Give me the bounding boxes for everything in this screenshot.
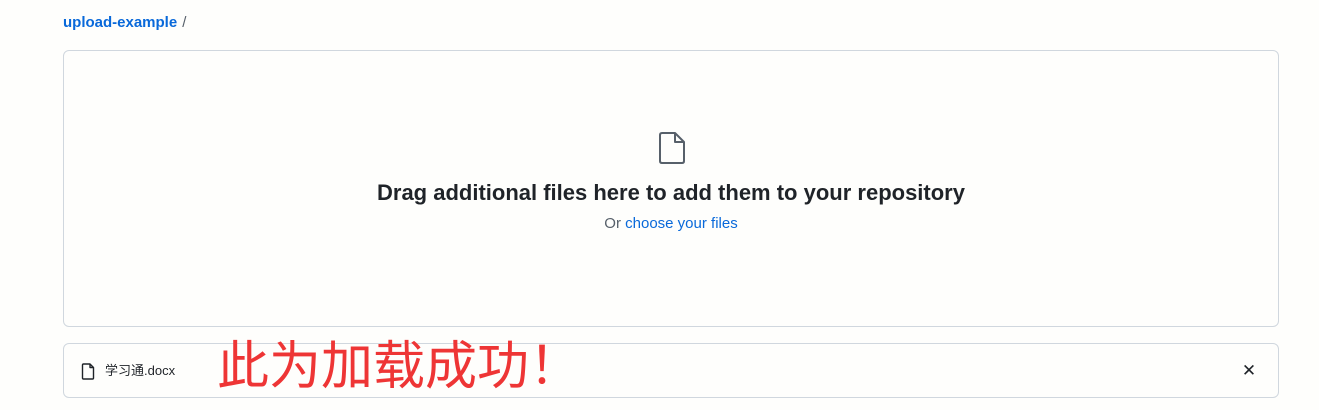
file-icon (659, 132, 685, 164)
breadcrumb: upload-example / (63, 13, 186, 33)
dropzone-headline: Drag additional files here to add them t… (377, 180, 965, 205)
breadcrumb-separator: / (182, 14, 187, 31)
choose-files-link[interactable]: choose your files (625, 215, 738, 232)
file-dropzone[interactable]: Drag additional files here to add them t… (63, 50, 1279, 327)
success-annotation: 此为加载成功！ (217, 337, 582, 397)
file-icon (81, 363, 95, 380)
or-text: Or (604, 215, 621, 232)
upload-page: upload-example / Drag additional files h… (0, 0, 1319, 410)
remove-file-button[interactable]: ✕ (1240, 361, 1258, 381)
dropzone-subline: Or choose your files (64, 214, 1278, 234)
uploaded-file-name: 学习通.docx (105, 363, 176, 378)
repo-link[interactable]: upload-example (63, 13, 177, 33)
